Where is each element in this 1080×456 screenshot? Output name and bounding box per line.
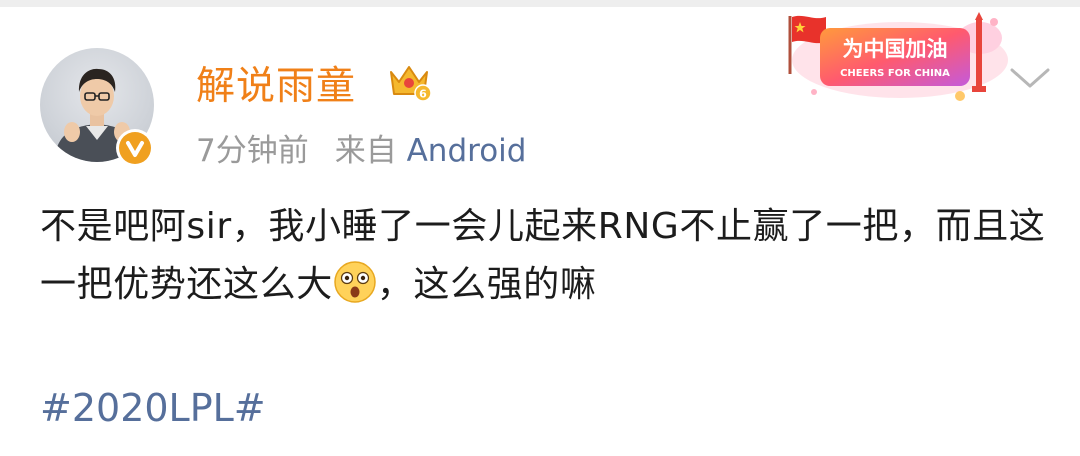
post-text-part2: ，这么强的嘛 bbox=[376, 264, 597, 305]
surprised-face-emoji-icon bbox=[334, 261, 376, 303]
vip-level: 6 bbox=[419, 88, 427, 101]
author-name[interactable]: 解说雨童 bbox=[196, 55, 356, 111]
post-time: 7分钟前 bbox=[196, 133, 309, 169]
cheers-for-china-banner[interactable]: 为中国加油 CHEERS FOR CHINA bbox=[780, 8, 1012, 104]
hashtag-link[interactable]: #2020LPL# bbox=[40, 386, 266, 430]
post-meta: 7分钟前 来自 Android bbox=[196, 125, 526, 170]
chevron-down-icon[interactable] bbox=[1006, 62, 1054, 94]
source-link[interactable]: Android bbox=[407, 133, 527, 169]
source-prefix: 来自 bbox=[334, 133, 397, 169]
verified-v-icon bbox=[126, 141, 144, 157]
top-divider bbox=[0, 0, 1080, 7]
verified-badge bbox=[116, 129, 154, 167]
banner-title: 为中国加油 bbox=[843, 37, 948, 61]
vip-crown-icon[interactable]: 6 bbox=[386, 56, 432, 102]
post-body: 不是吧阿sir，我小睡了一会儿起来RNG不止赢了一把，而且这一把优势还这么大 ，… bbox=[40, 198, 1050, 314]
banner-subtitle: CHEERS FOR CHINA bbox=[840, 68, 950, 79]
